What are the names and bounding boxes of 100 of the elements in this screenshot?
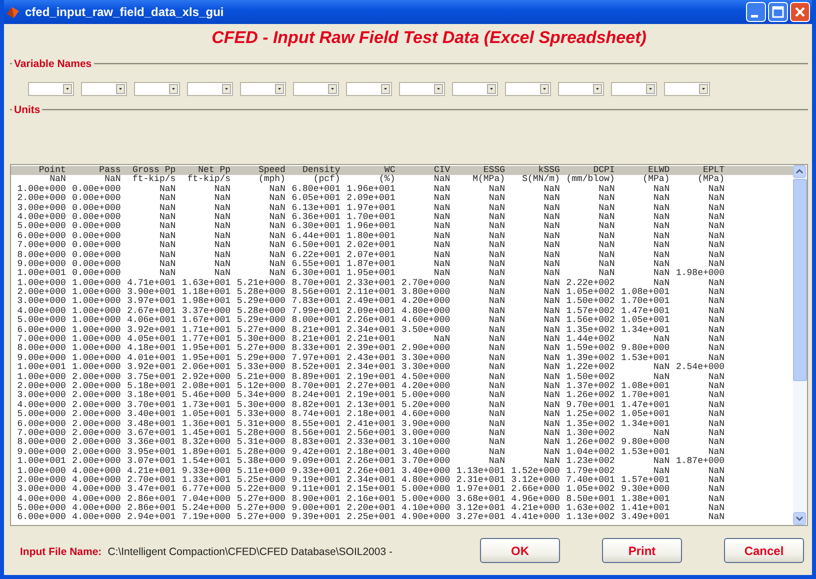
table-cell-text: 5.12e+000	[236, 382, 286, 391]
list-row[interactable]: 1.00e+001 2.00e+000 3.07e+001 1.54e+001 5.38e+000 9.09e+001 2.26e+001 3.70e+000 NaN NaN 1.23e+002 NaN 1.87e+000	[11, 457, 793, 466]
table-cell-text: 4.20e+000	[400, 382, 450, 391]
list-row[interactable]: 9.00e+000 2.00e+000 3.95e+001 1.89e+001 5.28e+000 9.42e+001 2.18e+001 3.40e+000 NaN NaN 1.04e+002 1.53e+001 NaN	[11, 448, 793, 458]
list-row[interactable]: 8.00e+000 2.00e+000 3.36e+001 8.32e+000 5.31e+000 8.83e+001 2.33e+001 3.10e+000 NaN NaN 1.26e+002 9.80e+000 NaN	[11, 438, 793, 448]
dropdown[interactable]	[558, 82, 604, 96]
dropdown[interactable]	[505, 82, 551, 96]
dialog-button[interactable]: Cancel	[724, 538, 804, 563]
list-row[interactable]: 1.00e+000 2.00e+000 3.75e+001 2.92e+000 5.21e+000 8.89e+001 2.19e+001 4.50e+000 NaN NaN 1.50e+002 NaN NaN	[11, 372, 793, 382]
list-row[interactable]: 8.00e+000 1.00e+000 4.18e+001 1.95e+001 5.27e+000 8.33e+001 2.39e+001 2.90e+000 NaN NaN 1.59e+002 9.80e+000 NaN	[11, 344, 793, 354]
table-cell-text: NaN	[707, 288, 725, 298]
dialog-button[interactable]: OK	[480, 538, 560, 563]
table-cell-text: NaN	[598, 241, 615, 251]
table-cell-text: 6.77e+000	[180, 485, 231, 495]
list-row[interactable]: 4.00e+000 1.00e+000 2.67e+001 3.37e+000 5.28e+000 7.99e+001 2.09e+001 4.80e+000 NaN NaN 1.57e+002 1.47e+001 NaN	[11, 306, 793, 316]
list-row[interactable]: 4.00e+000 2.00e+000 3.70e+001 1.73e+001 5.30e+000 8.82e+001 2.13e+001 5.20e+000 NaN NaN 9.70e+001 1.47e+001 NaN	[11, 400, 793, 410]
list-row[interactable]: 2.00e+000 0.00e+000 NaN NaN NaN 6.05e+001 2.09e+001 NaN NaN NaN NaN NaN NaN	[11, 194, 793, 204]
dropdown[interactable]	[81, 82, 127, 96]
list-row[interactable]: 5.00e+000 0.00e+000 NaN NaN NaN 6.30e+001 1.96e+001 NaN NaN NaN NaN NaN NaN	[11, 222, 793, 232]
list-row[interactable]: 7.00e+000 2.00e+000 3.67e+001 1.45e+001 5.28e+000 8.56e+001 2.56e+001 3.00e+000 NaN NaN 1.30e+002 NaN NaN	[11, 428, 793, 438]
list-row[interactable]: 1.00e+001 0.00e+000 NaN NaN NaN 6.30e+001 1.95e+001 NaN NaN NaN NaN NaN 1.98e+000	[11, 269, 793, 279]
list-row[interactable]: 2.00e+000 4.00e+000 2.70e+001 1.33e+001 5.25e+000 9.19e+001 2.34e+001 4.80e+000 2.31e+001 3.12e+000 7.40e+001 1.57e+001 NaN	[11, 476, 793, 486]
table-cell-text: 0.00e+000	[71, 269, 121, 279]
list-row[interactable]: 7.00e+000 0.00e+000 NaN NaN NaN 6.50e+001 2.02e+001 NaN NaN NaN NaN NaN NaN	[11, 241, 793, 251]
table-cell-text: Pass	[98, 166, 121, 175]
list-row[interactable]: 9.00e+000 0.00e+000 NaN NaN NaN 6.55e+001 1.87e+001 NaN NaN NaN NaN NaN NaN	[11, 260, 793, 270]
dropdown[interactable]	[452, 82, 498, 96]
list-row[interactable]: 5.00e+000 1.00e+000 4.06e+001 1.67e+001 5.29e+000 8.00e+001 2.26e+001 4.60e+000 NaN NaN 1.56e+002 1.05e+001 NaN	[11, 316, 793, 326]
dropdown[interactable]	[399, 82, 445, 96]
list-row[interactable]: 6.00e+000 2.00e+000 3.48e+001 1.36e+001 5.31e+000 8.55e+001 2.41e+001 3.90e+000 NaN NaN 1.35e+002 1.34e+001 NaN	[11, 420, 793, 429]
scroll-up-icon[interactable]	[793, 165, 806, 178]
table-cell-text: 9.09e+001	[290, 457, 340, 466]
list-row[interactable]: 6.00e+000 0.00e+000 NaN NaN NaN 6.44e+001 1.80e+001 NaN NaN NaN NaN NaN NaN	[11, 232, 793, 242]
table-cell-text: NaN	[707, 212, 725, 222]
table-cell-text: 5.30e+000	[236, 400, 286, 410]
dropdown[interactable]	[187, 82, 233, 96]
table-cell-text: 8.00e+001	[290, 316, 340, 326]
dropdown[interactable]	[134, 82, 180, 96]
dropdown[interactable]	[611, 82, 657, 96]
list-row[interactable]: NaN NaN ft-kip/s ft-kip/s (mph) (pcf) (%) NaN M(MPa) S(MN/m) (mm/blow) (MPa) (MPa)	[11, 175, 793, 185]
list-row[interactable]: 3.00e+000 0.00e+000 NaN NaN NaN 6.13e+001 1.97e+001 NaN NaN NaN NaN NaN NaN	[11, 204, 793, 213]
dropdown[interactable]	[28, 82, 74, 96]
table-cell-text: 1.00e+000	[71, 316, 121, 326]
list-row[interactable]: 5.00e+000 4.00e+000 2.86e+001 5.24e+000 5.27e+000 9.00e+001 2.20e+001 4.10e+000 3.12e+001 4.21e+000 1.63e+002 1.41e+001 NaN	[11, 504, 793, 514]
list-row[interactable]: 2.00e+000 2.00e+000 5.18e+001 2.08e+001 5.12e+000 8.70e+001 2.27e+001 4.20e+000 NaN NaN 1.37e+002 1.08e+001 NaN	[11, 382, 793, 392]
table-cell-text: NaN	[707, 476, 725, 485]
dropdown[interactable]	[240, 82, 286, 96]
table-cell-text: 2.43e+001	[346, 354, 396, 363]
list-row[interactable]: 7.00e+000 1.00e+000 4.05e+001 1.77e+001 5.30e+000 8.21e+001 2.21e+001 NaN NaN NaN 1.44e+002 NaN NaN	[11, 335, 793, 344]
list-row[interactable]: 6.00e+000 4.00e+000 2.94e+001 7.19e+000 5.27e+000 9.39e+001 2.25e+001 4.90e+000 3.27e+001 4.41e+000 1.13e+002 3.49e+001 NaN	[11, 513, 793, 523]
list-row[interactable]: 1.00e+000 1.00e+000 4.71e+001 1.63e+001 5.21e+000 8.70e+001 2.33e+001 2.70e+000 NaN NaN 2.22e+002 NaN NaN	[11, 278, 793, 288]
dropdown[interactable]	[346, 82, 392, 96]
table-cell-text: 3.97e+001	[126, 297, 176, 307]
scrollbar[interactable]	[793, 165, 807, 525]
table-cell-text: 2.00e+000	[16, 194, 66, 204]
list-row[interactable]: 1.00e+000 0.00e+000 NaN NaN NaN 6.80e+001 1.96e+001 NaN NaN NaN NaN NaN NaN	[11, 184, 793, 194]
list-row[interactable]: 1.00e+000 4.00e+000 4.21e+001 9.33e+000 5.11e+000 9.33e+001 2.26e+001 3.40e+000 1.13e+001 1.52e+000 1.79e+002 NaN NaN	[11, 466, 793, 476]
list-row[interactable]: 3.00e+000 4.00e+000 3.47e+001 6.77e+000 5.22e+000 9.11e+001 2.15e+001 5.00e+000 1.97e+001 2.66e+000 1.05e+002 9.30e+000 NaN	[11, 485, 793, 495]
table-cell-text: 3.90e+001	[126, 288, 176, 298]
list-row[interactable]: 9.00e+000 1.00e+000 4.01e+001 1.95e+001 5.29e+000 7.97e+001 2.43e+001 3.30e+000 NaN NaN 1.39e+002 1.53e+001 NaN	[11, 354, 793, 364]
table-cell-text: 3.75e+001	[126, 372, 176, 382]
table-cell-text: 0.00e+000	[71, 194, 121, 204]
list-row[interactable]: Point Pass Gross Pp Net Pp Speed Density WC CIV ESSG kSSG DCPI ELWD EPLT	[11, 166, 793, 176]
table-cell-text: 1.80e+001	[346, 232, 396, 241]
table-cell-text: 9.00e+000	[16, 448, 66, 457]
table-cell-text: 1.96e+001	[346, 222, 396, 232]
table-cell-text: NaN	[542, 457, 560, 466]
table-cell-text: NaN	[213, 250, 231, 260]
table-cell-text: 9.39e+001	[290, 513, 340, 523]
list-row[interactable]: 3.00e+000 2.00e+000 3.18e+001 5.46e+000 5.34e+000 8.24e+001 2.19e+001 5.00e+000 NaN NaN 1.26e+002 1.70e+001 NaN	[11, 391, 793, 401]
table-cell-text: 2.26e+001	[346, 466, 396, 476]
dialog-button[interactable]: Print	[602, 538, 682, 563]
list-row[interactable]: 4.00e+000 4.00e+000 2.86e+001 7.04e+000 5.27e+000 8.90e+001 2.16e+001 5.00e+000 3.68e+001 4.96e+000 8.50e+001 1.38e+001 NaN	[11, 494, 793, 504]
table-cell-text: NaN	[488, 222, 506, 232]
table-cell-text: NaN	[432, 232, 450, 241]
list-row[interactable]: 1.00e+001 1.00e+000 3.92e+001 2.06e+001 5.33e+000 8.52e+001 2.34e+001 3.30e+000 NaN NaN 1.22e+002 NaN 2.54e+000	[11, 363, 793, 373]
table-cell-text: 2.33e+001	[346, 438, 396, 448]
table-cell-text: 6.13e+001	[290, 204, 340, 213]
list-row[interactable]: 5.00e+000 2.00e+000 3.40e+001 1.05e+001 5.33e+000 8.74e+001 2.18e+001 4.60e+000 NaN NaN 1.25e+002 1.05e+001 NaN	[11, 410, 793, 420]
dropdown[interactable]	[293, 82, 339, 96]
close-icon[interactable]	[790, 2, 810, 22]
scroll-down-icon[interactable]	[793, 512, 806, 525]
table-cell-text: 3.30e+000	[400, 354, 450, 363]
list-row[interactable]: 6.00e+000 1.00e+000 3.92e+001 1.71e+001 5.27e+000 8.21e+001 2.34e+001 3.50e+000 NaN NaN 1.35e+002 1.34e+001 NaN	[11, 326, 793, 336]
minimize-icon[interactable]	[746, 2, 766, 22]
table-cell-text: NaN	[213, 222, 231, 232]
table-cell-text: 7.40e+001	[565, 476, 615, 485]
list-row[interactable]: 3.00e+000 1.00e+000 3.97e+001 1.98e+001 5.29e+000 7.83e+001 2.49e+001 4.20e+000 NaN NaN 1.50e+002 1.70e+001 NaN	[11, 297, 793, 307]
app-icon	[6, 5, 20, 19]
table-cell-text: NaN	[542, 269, 560, 279]
table-cell-text: 8.00e+000	[16, 344, 66, 354]
list-row[interactable]: 4.00e+000 0.00e+000 NaN NaN NaN 6.36e+001 1.70e+001 NaN NaN NaN NaN NaN NaN	[11, 212, 793, 222]
dropdown[interactable]	[664, 82, 710, 96]
list-row[interactable]: 8.00e+000 0.00e+000 NaN NaN NaN 6.22e+001 2.07e+001 NaN NaN NaN NaN NaN NaN	[11, 250, 793, 260]
list-row[interactable]: 2.00e+000 1.00e+000 3.90e+001 1.18e+001 5.28e+000 8.56e+001 2.11e+001 3.80e+000 NaN NaN 1.05e+002 1.08e+001 NaN	[11, 288, 793, 298]
scroll-thumb[interactable]	[793, 179, 807, 381]
data-listbox[interactable]	[10, 164, 808, 526]
table-cell-text: 2.70e+001	[126, 476, 176, 485]
maximize-icon[interactable]	[768, 2, 788, 22]
table-cell-text: 9.80e+000	[620, 344, 670, 354]
